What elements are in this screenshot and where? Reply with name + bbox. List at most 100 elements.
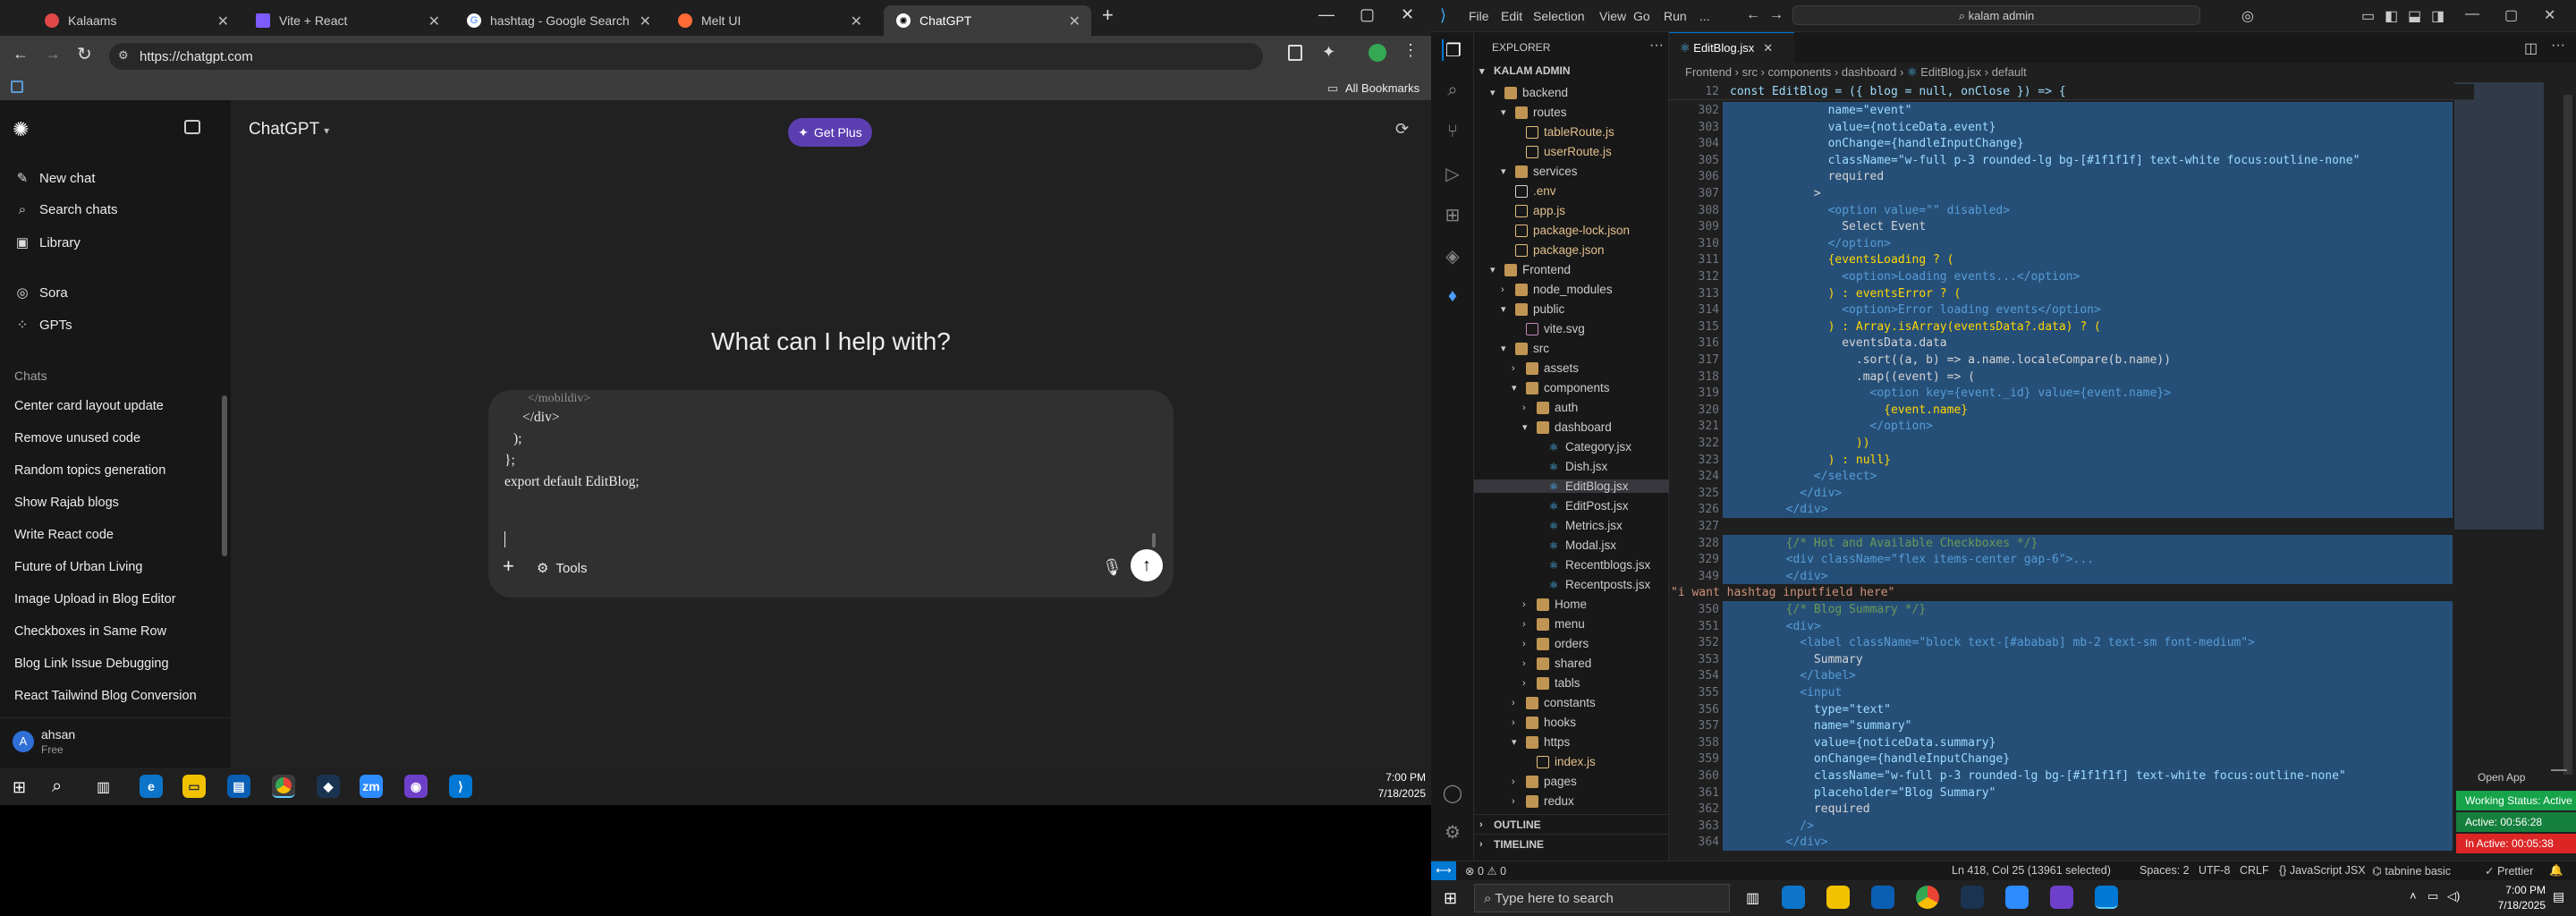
app-icon[interactable] — [1961, 886, 1984, 909]
vscode-icon[interactable] — [2095, 886, 2118, 909]
close-icon[interactable]: ✕ — [428, 13, 440, 30]
tree-item[interactable]: › redux — [1512, 794, 1669, 808]
tree-item[interactable]: app.js — [1501, 204, 1669, 217]
vscode-icon[interactable]: ⟩ — [449, 775, 472, 798]
chat-item[interactable]: Image Upload in Blog Editor — [14, 592, 176, 606]
tree-item[interactable]: ▾ components — [1512, 381, 1669, 394]
tools-button[interactable]: ⚙ Tools — [537, 560, 587, 576]
code-editor[interactable]: ⚛ EditBlog.jsx ✕ ◫ ··· Frontend › src › c… — [1669, 32, 2576, 861]
temporary-chat-icon[interactable]: ⟳ — [1395, 120, 1409, 139]
cursor-position[interactable]: Ln 418, Col 25 (13961 selected) — [1952, 864, 2111, 877]
notification-center-icon[interactable]: ▤ — [2553, 889, 2564, 904]
model-selector[interactable]: ChatGPT ▾ — [249, 120, 329, 140]
tab-vite[interactable]: Vite + React ✕ — [243, 5, 451, 36]
tree-item[interactable]: ▾ backend — [1490, 86, 1669, 99]
remote-indicator-icon[interactable]: ⟷ — [1431, 861, 1456, 880]
chrome-icon[interactable] — [272, 775, 295, 798]
close-icon[interactable]: ✕ — [851, 13, 862, 30]
search-icon[interactable]: ⌕ — [1442, 81, 1463, 102]
tree-item[interactable]: ⚛ EditBlog.jsx — [1474, 479, 1669, 493]
nav-forward-icon[interactable]: → — [1769, 7, 1784, 23]
breadcrumb-item[interactable]: Frontend — [1685, 65, 1732, 79]
tree-item[interactable]: .env — [1501, 184, 1669, 198]
github-icon[interactable] — [2050, 886, 2073, 909]
chrome-icon[interactable] — [1916, 886, 1939, 909]
split-editor-icon[interactable]: ◫ — [2524, 39, 2538, 57]
extension-icon[interactable] — [1288, 45, 1302, 61]
manage-gear-icon[interactable]: ⚙ — [1442, 821, 1463, 843]
menu-go[interactable]: Go — [1633, 9, 1650, 23]
secondary-layout-icon[interactable]: ◨ — [2431, 7, 2445, 25]
clock[interactable]: 7:00 PM 7/18/2025 — [1342, 771, 1426, 800]
maximize-icon[interactable]: ▢ — [2504, 6, 2518, 24]
apps-grid-icon[interactable] — [11, 81, 23, 93]
tab-editblog[interactable]: ⚛ EditBlog.jsx ✕ — [1669, 32, 1794, 63]
tree-item[interactable]: › constants — [1512, 696, 1669, 709]
site-info-icon[interactable]: ⚙ — [118, 48, 129, 63]
add-attachment-icon[interactable]: + — [503, 555, 514, 578]
chat-item[interactable]: Checkboxes in Same Row — [14, 624, 166, 639]
command-center-search[interactable]: ⌕ kalam admin — [1792, 5, 2200, 25]
tree-item[interactable]: ⚛ Dish.jsx — [1533, 460, 1669, 473]
tree-item[interactable]: ▾ public — [1501, 302, 1669, 316]
file-explorer-icon[interactable]: ▭ — [182, 775, 206, 798]
menu-more[interactable]: ... — [1699, 9, 1710, 23]
forward-icon[interactable]: → — [45, 45, 61, 64]
breadcrumb-item[interactable]: src — [1742, 65, 1758, 79]
mongodb-leaf-icon[interactable]: ♦ — [1442, 286, 1463, 308]
run-debug-icon[interactable]: ▷ — [1442, 163, 1463, 184]
tab-kalaams[interactable]: Kalaams ✕ — [32, 5, 240, 36]
workspace-root[interactable]: ▾ KALAM ADMIN — [1479, 64, 1571, 77]
copilot-icon[interactable]: ◎ — [2241, 7, 2254, 25]
layout-icon[interactable]: ▭ — [2361, 7, 2375, 25]
profile-avatar-icon[interactable] — [1368, 44, 1386, 62]
chat-composer[interactable]: </mobildiv> </div> ); }; export default … — [488, 390, 1174, 598]
source-control-icon[interactable]: ⑂ — [1442, 122, 1463, 143]
task-view-icon[interactable]: ▥ — [97, 778, 110, 796]
send-button[interactable]: ↑ — [1131, 549, 1163, 581]
close-icon[interactable]: ✕ — [640, 13, 651, 30]
nav-back-icon[interactable]: ← — [1746, 7, 1760, 23]
language-mode[interactable]: {} JavaScript JSX — [2279, 864, 2366, 877]
tree-item[interactable]: ⚛ Recentposts.jsx — [1533, 578, 1669, 591]
puzzle-icon[interactable]: ✦ — [1322, 43, 1335, 62]
breadcrumb-item[interactable]: default — [1992, 65, 2027, 79]
close-window-icon[interactable]: ✕ — [2544, 6, 2555, 24]
new-chat-button[interactable]: ✎ New chat — [14, 170, 96, 187]
app-icon[interactable]: ◆ — [317, 775, 340, 798]
encoding[interactable]: UTF-8 — [2199, 864, 2230, 877]
new-tab-icon[interactable]: + — [1102, 4, 1114, 27]
close-icon[interactable]: ✕ — [217, 13, 229, 30]
maximize-icon[interactable]: ▢ — [1360, 5, 1375, 24]
zoom-icon[interactable] — [2005, 886, 2029, 909]
sidebar-toggle-icon[interactable] — [184, 120, 200, 134]
close-icon[interactable]: ✕ — [1763, 41, 1773, 55]
sidebar-scrollbar[interactable] — [222, 395, 227, 556]
edge-icon[interactable]: e — [140, 775, 163, 798]
breadcrumb-item[interactable]: dashboard — [1842, 65, 1896, 79]
timeline-section[interactable]: › TIMELINE — [1474, 834, 1669, 853]
chat-item[interactable]: Write React code — [14, 528, 114, 542]
tree-item[interactable]: ▾ routes — [1501, 106, 1669, 119]
tab-chatgpt[interactable]: ✺ ChatGPT ✕ — [884, 5, 1091, 36]
chat-item[interactable]: Center card layout update — [14, 399, 164, 413]
tree-item[interactable]: ▾ src — [1501, 342, 1669, 355]
tree-item[interactable]: vite.svg — [1512, 322, 1669, 335]
volume-icon[interactable]: ◁) — [2447, 889, 2460, 903]
tree-item[interactable]: userRoute.js — [1512, 145, 1669, 158]
menu-dots-icon[interactable]: ⋮ — [1402, 41, 1419, 60]
tab-meltui[interactable]: Melt UI ✕ — [665, 5, 873, 36]
more-actions-icon[interactable]: ··· — [2551, 38, 2565, 54]
menu-view[interactable]: View — [1599, 9, 1626, 23]
tree-item[interactable]: ▾ services — [1501, 165, 1669, 178]
chat-item[interactable]: Random topics generation — [14, 463, 165, 478]
menu-edit[interactable]: Edit — [1501, 9, 1522, 23]
tree-item[interactable]: › pages — [1512, 775, 1669, 788]
sidebar-layout-icon[interactable]: ◧ — [2385, 7, 2398, 25]
microphone-icon[interactable]: 🎙 — [1102, 558, 1123, 577]
store-icon[interactable]: ▤ — [227, 775, 250, 798]
line-ending[interactable]: CRLF — [2240, 864, 2269, 877]
minimize-icon[interactable]: — — [2465, 6, 2479, 22]
tree-item[interactable]: index.js — [1522, 755, 1669, 768]
tree-item[interactable]: › orders — [1522, 637, 1669, 650]
